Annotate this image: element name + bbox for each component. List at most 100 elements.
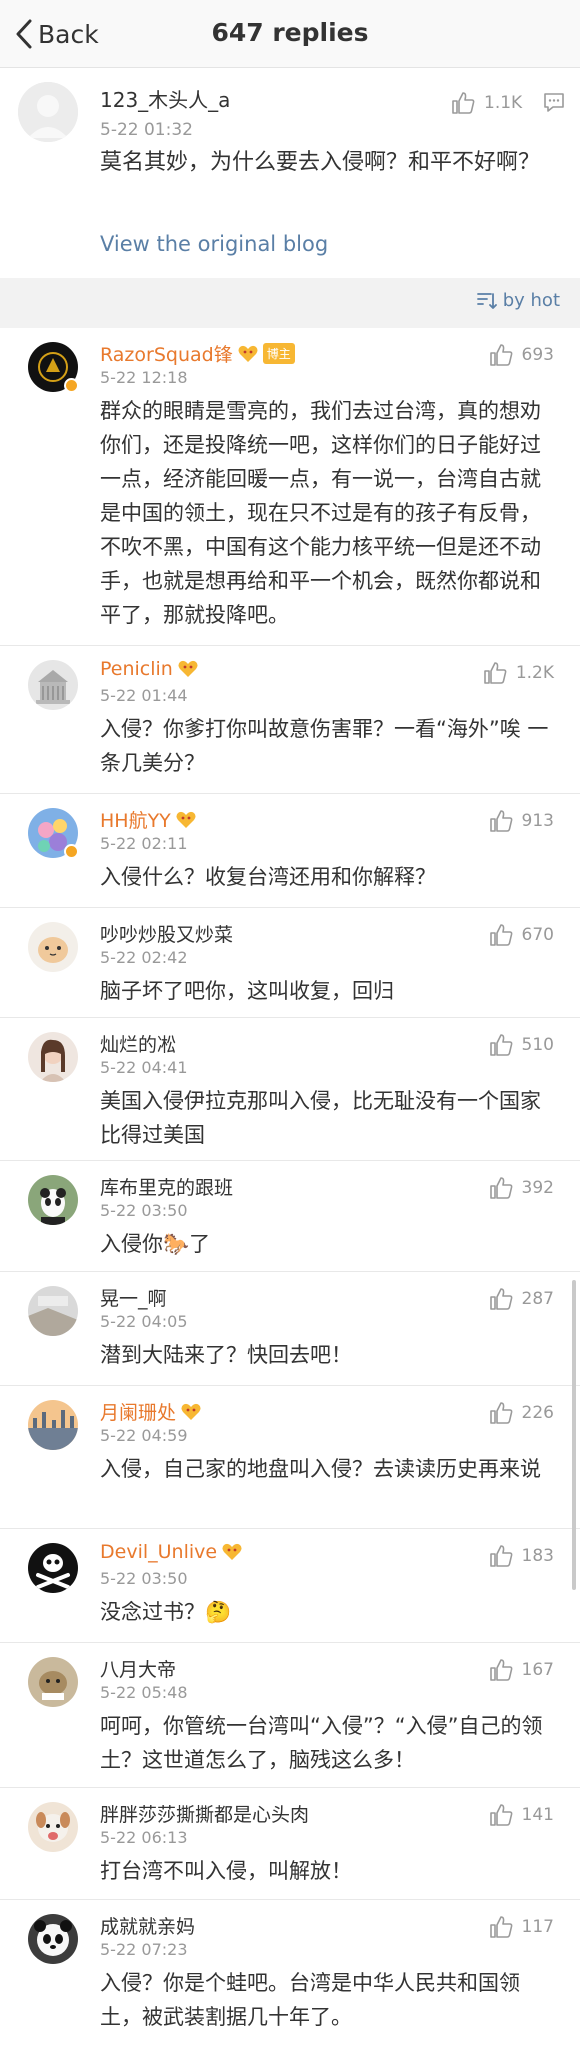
like-button[interactable]: 287 (488, 1286, 554, 1312)
like-button[interactable]: 167 (488, 1657, 554, 1683)
username[interactable]: 库布里克的跟班 (100, 1173, 233, 1200)
username[interactable]: 123_木头人_a (100, 84, 230, 113)
comment-text: 群众的眼睛是雪亮的，我们去过台湾，真的想劝你们，还是投降统一吧，这样你们的日子能… (100, 399, 541, 627)
avatar[interactable] (28, 922, 78, 972)
avatar[interactable] (28, 1914, 78, 1964)
comment-text: 入侵？你是个蛙吧。台湾是中华人民共和国领土，被武装割据几十年了。 (100, 1971, 520, 2029)
username[interactable]: 月阑珊处 (100, 1398, 176, 1425)
comment-item: 吵吵炒股又炒菜 5-22 02:42 670 脑子坏了吧你，这叫收复，回归 (0, 908, 580, 1018)
thumbs-up-icon (489, 1659, 512, 1681)
thumbs-up-icon (489, 924, 512, 946)
verified-badge (64, 844, 79, 859)
thumbs-up-icon (489, 1804, 512, 1826)
nav-bar: Back 647 replies (0, 0, 580, 68)
comment-text: 打台湾不叫入侵，叫解放！ (100, 1859, 352, 1883)
like-button[interactable]: 183 (488, 1543, 554, 1569)
timestamp: 5-22 02:11 (100, 834, 188, 853)
verified-badge (64, 378, 79, 393)
avatar[interactable] (28, 1802, 78, 1852)
avatar[interactable] (28, 1657, 78, 1707)
avatar[interactable] (28, 1543, 78, 1593)
like-count: 1.2K (515, 663, 554, 683)
scrollbar[interactable] (572, 1280, 576, 1590)
thumbs-up-icon (489, 344, 512, 366)
fan-badge-icon (176, 811, 196, 828)
comment-text: 入侵什么？收复台湾还用和你解释？ (100, 865, 436, 889)
thumbs-up-icon (489, 1288, 512, 1310)
timestamp: 5-22 06:13 (100, 1828, 188, 1847)
comment-item: Devil_Unlive 5-22 03:50 183 没念过书？🤔 (0, 1529, 580, 1643)
comment-item: 成就就亲妈 5-22 07:23 117 入侵？你是个蛙吧。台湾是中华人民共和国… (0, 1900, 580, 2048)
username[interactable]: HH航YY (100, 806, 171, 833)
sort-bar: by hot (0, 278, 580, 328)
comment-text: 没念过书？🤔 (100, 1600, 232, 1624)
like-count: 693 (521, 345, 554, 365)
comment-text: 呵呵，你管统一台湾叫“入侵”？“入侵”自己的领土？这世道怎么了，脑残这么多！ (100, 1714, 543, 1772)
timestamp: 5-22 04:59 (100, 1426, 188, 1445)
username[interactable]: 灿烂的凇 (100, 1030, 176, 1057)
timestamp: 5-22 12:18 (100, 368, 188, 387)
avatar[interactable] (28, 660, 78, 710)
avatar[interactable] (28, 1175, 78, 1225)
comment-text: 美国入侵伊拉克那叫入侵，比无耻没有一个国家比得过美国 (100, 1089, 541, 1147)
like-button[interactable]: 141 (488, 1802, 554, 1828)
thumbs-up-icon (489, 1177, 512, 1199)
like-count: 287 (521, 1289, 554, 1309)
like-button[interactable]: 117 (488, 1914, 554, 1940)
username[interactable]: 八月大帝 (100, 1655, 176, 1682)
username[interactable]: 晃一_啊 (100, 1284, 167, 1311)
avatar[interactable] (28, 1286, 78, 1336)
username[interactable]: 胖胖莎莎撕撕都是心头肉 (100, 1800, 309, 1827)
like-count: 167 (521, 1660, 554, 1680)
like-button[interactable]: 913 (488, 808, 554, 834)
username[interactable]: 成就就亲妈 (100, 1912, 195, 1939)
like-count: 392 (521, 1178, 554, 1198)
like-button[interactable]: 1.1K (450, 90, 522, 116)
thumbs-up-icon (489, 1034, 512, 1056)
fan-badge-icon (178, 660, 198, 677)
thumbs-up-icon (489, 1402, 512, 1424)
avatar[interactable] (28, 1032, 78, 1082)
fan-badge-icon (222, 1543, 242, 1560)
comment-text: 入侵你🐎了 (100, 1232, 211, 1256)
timestamp: 5-22 03:50 (100, 1569, 188, 1588)
like-button[interactable]: 226 (488, 1400, 554, 1426)
timestamp: 5-22 02:42 (100, 948, 188, 967)
username[interactable]: Devil_Unlive (100, 1541, 217, 1563)
timestamp: 5-22 01:32 (100, 120, 193, 140)
thumbs-up-icon (452, 92, 475, 114)
default-avatar-icon (18, 82, 78, 142)
like-count: 510 (521, 1035, 554, 1055)
like-count: 1.1K (484, 93, 523, 113)
like-button[interactable]: 1.2K (482, 660, 554, 686)
timestamp: 5-22 04:05 (100, 1312, 188, 1331)
sort-label: by hot (502, 290, 560, 311)
comment-text: 潜到大陆来了？快回去吧！ (100, 1343, 352, 1367)
back-label: Back (38, 19, 99, 49)
like-count: 913 (521, 811, 554, 831)
username[interactable]: 吵吵炒股又炒菜 (100, 920, 233, 947)
like-count: 670 (521, 925, 554, 945)
like-button[interactable]: 392 (488, 1175, 554, 1201)
reply-icon[interactable] (542, 90, 566, 114)
like-button[interactable]: 693 (488, 342, 554, 368)
timestamp: 5-22 03:50 (100, 1201, 188, 1220)
comment-text: 入侵，自己家的地盘叫入侵？去读读历史再来说 (100, 1457, 541, 1481)
username[interactable]: Peniclin (100, 658, 173, 680)
like-button[interactable]: 510 (488, 1032, 554, 1058)
view-original-link[interactable]: View the original blog (100, 232, 328, 256)
like-button[interactable]: 670 (488, 922, 554, 948)
original-comment: 123_木头人_a 5-22 01:32 1.1K 莫名其妙，为什么要去入侵啊？… (0, 68, 580, 278)
username[interactable]: RazorSquad锋 (100, 340, 233, 367)
sort-button[interactable]: by hot (476, 290, 560, 311)
like-count: 226 (521, 1403, 554, 1423)
like-count: 117 (521, 1917, 554, 1937)
fan-badge-icon (238, 345, 258, 362)
timestamp: 5-22 07:23 (100, 1940, 188, 1959)
comment-list: RazorSquad锋 博主 5-22 12:18 693 群众的眼睛是雪亮的，… (0, 328, 580, 2048)
avatar[interactable] (28, 1400, 78, 1450)
avatar[interactable] (18, 82, 78, 142)
chevron-left-icon (16, 19, 32, 49)
back-button[interactable]: Back (14, 14, 99, 54)
like-count: 141 (521, 1805, 554, 1825)
